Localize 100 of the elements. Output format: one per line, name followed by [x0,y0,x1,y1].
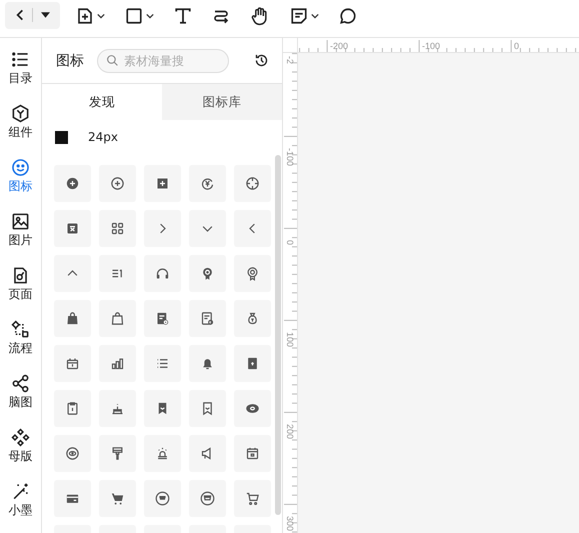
size-value[interactable]: 24px [88,130,118,144]
bookmark-icon [200,401,215,416]
ruler-label: -200 [330,41,348,51]
clipboard-icon [65,401,80,416]
sidebar-item[interactable]: 脑图 [0,374,40,423]
shopping-cart-icon [110,491,125,506]
sidebar-item[interactable]: 母版 [0,428,40,477]
ruler-label: 0 [514,41,520,51]
money-bag-icon [245,311,260,326]
icon-tile[interactable] [54,345,91,382]
search-field[interactable]: 素材海量搜 [97,48,229,72]
add-page-icon [76,6,94,24]
cart-circle-icon [200,491,215,506]
icon-tile[interactable] [189,345,226,382]
medal-icon [245,266,260,281]
icon-tile[interactable] [54,210,91,247]
ruler-label: 200 [285,424,295,440]
icon-tile[interactable] [54,390,91,427]
icon-tile[interactable] [144,165,181,202]
icon-tile[interactable] [189,300,226,337]
icon-tile[interactable] [189,390,226,427]
icon-tile[interactable] [54,435,91,472]
grid-icon [110,221,125,236]
notebook-icon [245,356,260,371]
icon-tile[interactable] [234,210,271,247]
hexagon-icon [11,104,30,123]
icon-tile[interactable] [54,255,91,292]
sidebar-item[interactable]: 组件 [0,104,40,153]
icon-tile[interactable] [189,210,226,247]
icon-tile[interactable] [144,480,181,517]
icon-tile[interactable] [144,435,181,472]
note-icon [290,6,308,24]
icon-tile[interactable] [234,255,271,292]
shopping-bag-icon [65,311,80,326]
icon-tile[interactable] [234,390,271,427]
add-circle-icon [110,176,125,191]
icon-tile[interactable] [54,165,91,202]
yen-cycle-icon [200,176,215,191]
icon-tile[interactable] [99,210,136,247]
sidebar-item[interactable]: 图标 [0,158,40,207]
icon-tile[interactable] [99,390,136,427]
icon-tile[interactable] [234,435,271,472]
icon-tile[interactable] [54,480,91,517]
icon-tile[interactable] [99,435,136,472]
icon-tile[interactable] [144,300,181,337]
sidebar-item[interactable]: 页面 [0,266,40,315]
square-badge-icon [65,221,80,236]
icon-tile[interactable] [99,255,136,292]
icon-tile[interactable] [234,300,271,337]
icon-tile[interactable] [99,345,136,382]
document-badge-icon [155,311,170,326]
chevron-down-icon [97,12,105,18]
ruler-label: 100 [285,332,295,348]
ruler-label: -100 [285,148,295,166]
document-badge-icon [200,311,215,326]
shopping-cart-icon [245,491,260,506]
chevron-down-icon [146,12,154,18]
panel-title: 图标 [56,52,84,70]
icon-tile[interactable] [189,435,226,472]
icon-tile[interactable] [144,390,181,427]
square-icon [125,6,143,24]
icon-tile[interactable] [234,480,271,517]
eye-icon [65,446,80,461]
icon-tile[interactable] [144,255,181,292]
icon-tile[interactable] [234,345,271,382]
diamonds-icon [11,428,30,447]
sidebar-item[interactable]: 小墨 [0,482,40,531]
icon-tile[interactable] [54,300,91,337]
sidebar-item[interactable]: 目录 [0,50,40,99]
comment-icon [339,6,357,24]
list-icon [155,356,170,371]
scrollbar[interactable] [275,155,281,515]
chevron-down-icon [311,12,319,18]
shopping-bag-icon [110,311,125,326]
medal-icon [200,266,215,281]
tab[interactable]: 图标库 [162,84,282,120]
bar-chart-icon [110,356,125,371]
icon-tile[interactable] [144,345,181,382]
magic-wand-icon [11,482,30,501]
icon-tile[interactable] [99,480,136,517]
icon-tile[interactable] [189,165,226,202]
icon-tile[interactable] [234,165,271,202]
icon-tile[interactable] [189,255,226,292]
ruler-label: 0 [285,240,295,246]
cake-icon [110,401,125,416]
cart-circle-icon [155,491,170,506]
ruler-label: -100 [422,41,440,51]
icon-tile[interactable] [99,300,136,337]
icon-tile[interactable] [99,165,136,202]
icon-tile[interactable] [189,480,226,517]
image-icon [11,212,30,231]
icon-tile[interactable] [144,210,181,247]
page-icon [11,266,30,285]
sidebar-item[interactable]: 图片 [0,212,40,261]
color-swatch[interactable] [55,130,68,144]
ruler-label: 300 [285,516,295,532]
crosshair-icon [245,176,260,191]
ruler-label: -2 [285,56,295,64]
sidebar-item[interactable]: 流程 [0,320,40,369]
search-icon [106,54,119,67]
